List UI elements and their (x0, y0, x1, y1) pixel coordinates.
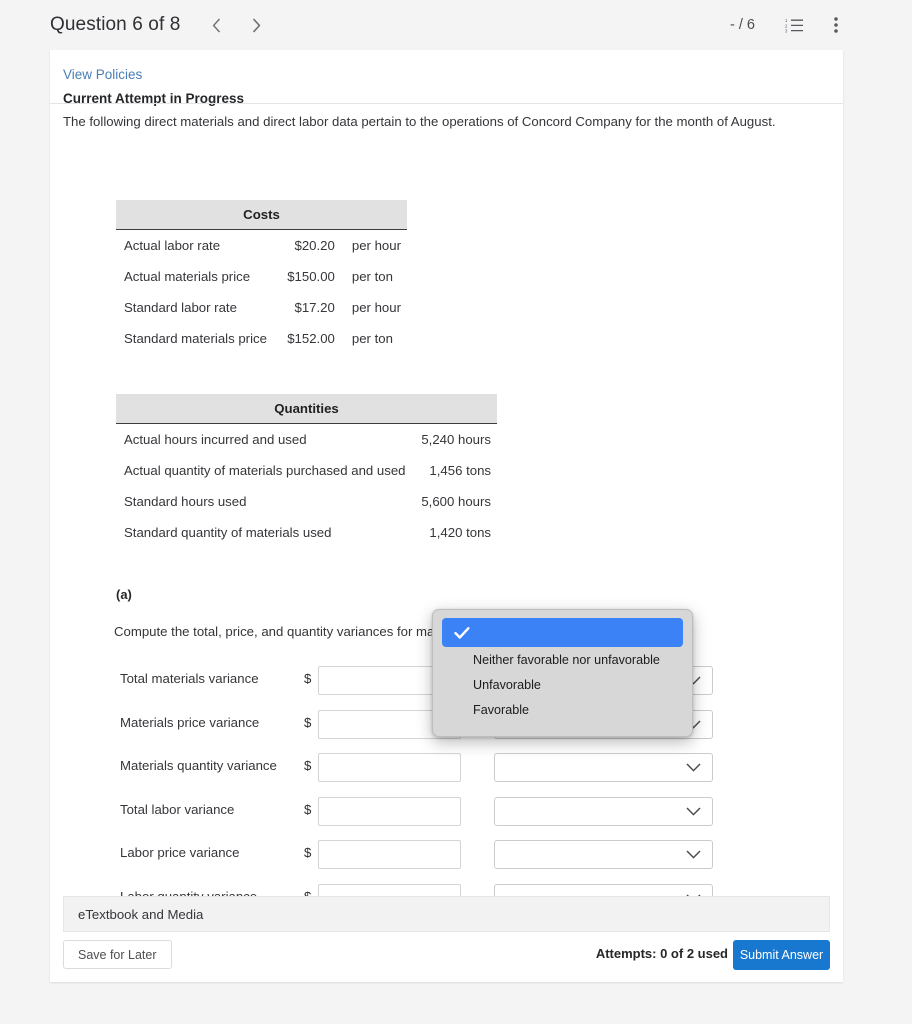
row-value: $17.20 (294, 300, 335, 315)
kebab-menu-icon[interactable] (834, 17, 838, 33)
numbered-list-icon[interactable]: 1 2 3 (785, 18, 804, 33)
score-display: - / 6 (730, 17, 755, 33)
chevron-down-icon (686, 807, 701, 816)
row-label: Actual labor rate (124, 238, 221, 253)
costs-table-header: Costs (116, 200, 407, 230)
chevron-down-icon (686, 763, 701, 772)
table-row: Standard materials price $152.00 per ton (116, 323, 407, 354)
row-label: Total labor variance (120, 801, 235, 817)
view-policies-link[interactable]: View Policies (63, 67, 142, 82)
dropdown-option-label: Unfavorable (473, 677, 541, 692)
row-value: $20.20 (294, 238, 335, 253)
dropdown-option-favorable[interactable]: Favorable (433, 697, 692, 722)
row-label: Labor price variance (120, 845, 240, 861)
table-row: Actual hours incurred and used 5,240 hou… (116, 424, 497, 456)
table-row: Actual quantity of materials purchased a… (116, 455, 497, 486)
costs-table: Costs Actual labor rate $20.20 per hour … (116, 200, 407, 354)
table-row: Standard quantity of materials used 1,42… (116, 517, 497, 548)
row-value: 5,600 hours (421, 494, 491, 509)
dollar-sign: $ (304, 671, 312, 686)
total-labor-variance-select[interactable] (494, 796, 713, 826)
variance-row-total-labor: Total labor variance $ (50, 790, 843, 834)
attempts-counter: Attempts: 0 of 2 used (595, 946, 728, 961)
labor-price-variance-select[interactable] (494, 840, 713, 870)
etextbook-label: eTextbook and Media (78, 906, 204, 922)
row-label: Actual hours incurred and used (124, 432, 307, 447)
question-header: Question 6 of 8 - / 6 1 2 3 (0, 0, 912, 50)
total-labor-variance-input[interactable] (318, 796, 461, 826)
row-label: Standard labor rate (124, 300, 237, 315)
dropdown-option-blank[interactable] (442, 618, 683, 647)
dropdown-option-unfavorable[interactable]: Unfavorable (433, 672, 692, 697)
header-divider (50, 103, 843, 104)
question-nav (208, 14, 264, 36)
question-title: Question 6 of 8 (50, 14, 181, 35)
table-row: Actual labor rate $20.20 per hour (116, 230, 407, 262)
page-root: Question 6 of 8 - / 6 1 2 3 View Policie… (0, 0, 912, 1024)
quantities-table-header: Quantities (116, 394, 497, 424)
row-label: Actual quantity of materials purchased a… (124, 463, 406, 478)
header-right-controls: - / 6 1 2 3 (730, 17, 838, 33)
dollar-sign: $ (304, 758, 312, 774)
row-label: Standard materials price (124, 331, 267, 346)
row-unit: per ton (351, 269, 393, 284)
table-row: Actual materials price $150.00 per ton (116, 261, 407, 292)
quantities-table-header-row: Quantities (116, 394, 497, 424)
dropdown-option-neither[interactable]: Neither favorable nor unfavorable (433, 647, 692, 672)
quantities-table: Quantities Actual hours incurred and use… (116, 394, 497, 548)
row-value: 1,456 tons (429, 463, 491, 478)
row-unit: per hour (351, 300, 401, 315)
submit-answer-button[interactable]: Submit Answer (733, 940, 830, 970)
table-row: Standard hours used 5,600 hours (116, 486, 497, 517)
labor-price-variance-input[interactable] (318, 840, 461, 870)
question-card: View Policies Current Attempt in Progres… (50, 50, 843, 982)
etextbook-and-media-bar[interactable]: eTextbook and Media (63, 896, 830, 932)
row-value: $152.00 (287, 331, 335, 346)
materials-quantity-variance-select[interactable] (494, 753, 713, 783)
row-label: Materials quantity variance (120, 758, 277, 774)
row-value: $150.00 (287, 269, 335, 284)
variance-row-materials-quantity: Materials quantity variance $ (50, 746, 843, 790)
favorability-dropdown-popup[interactable]: Neither favorable nor unfavorable Unfavo… (432, 609, 693, 737)
dollar-sign: $ (304, 714, 312, 730)
chevron-left-icon[interactable] (208, 14, 224, 36)
dollar-sign: $ (304, 801, 312, 817)
chevron-right-icon[interactable] (248, 14, 264, 36)
problem-intro-text: The following direct materials and direc… (63, 114, 776, 129)
costs-table-header-row: Costs (116, 200, 407, 230)
part-a-label: (a) (116, 587, 132, 602)
dropdown-option-label: Favorable (473, 702, 530, 717)
chevron-down-icon (686, 850, 701, 860)
row-label: Actual materials price (124, 269, 251, 284)
checkmark-icon (454, 626, 470, 639)
row-label: Materials price variance (120, 714, 260, 730)
row-value: 1,420 tons (429, 525, 491, 540)
table-row: Standard labor rate $17.20 per hour (116, 292, 407, 323)
materials-quantity-variance-input[interactable] (318, 753, 461, 783)
dropdown-option-label: Neither favorable nor unfavorable (473, 652, 660, 667)
svg-text:3: 3 (785, 28, 788, 33)
row-unit: per hour (351, 238, 401, 253)
dollar-sign: $ (304, 845, 312, 861)
row-value: 5,240 hours (421, 432, 491, 447)
save-for-later-button[interactable]: Save for Later (63, 940, 172, 969)
row-unit: per ton (351, 331, 393, 346)
row-label: Total materials variance (120, 671, 259, 686)
row-label: Standard quantity of materials used (124, 525, 332, 540)
variance-row-labor-price: Labor price variance $ (50, 833, 843, 877)
row-label: Standard hours used (124, 494, 247, 509)
